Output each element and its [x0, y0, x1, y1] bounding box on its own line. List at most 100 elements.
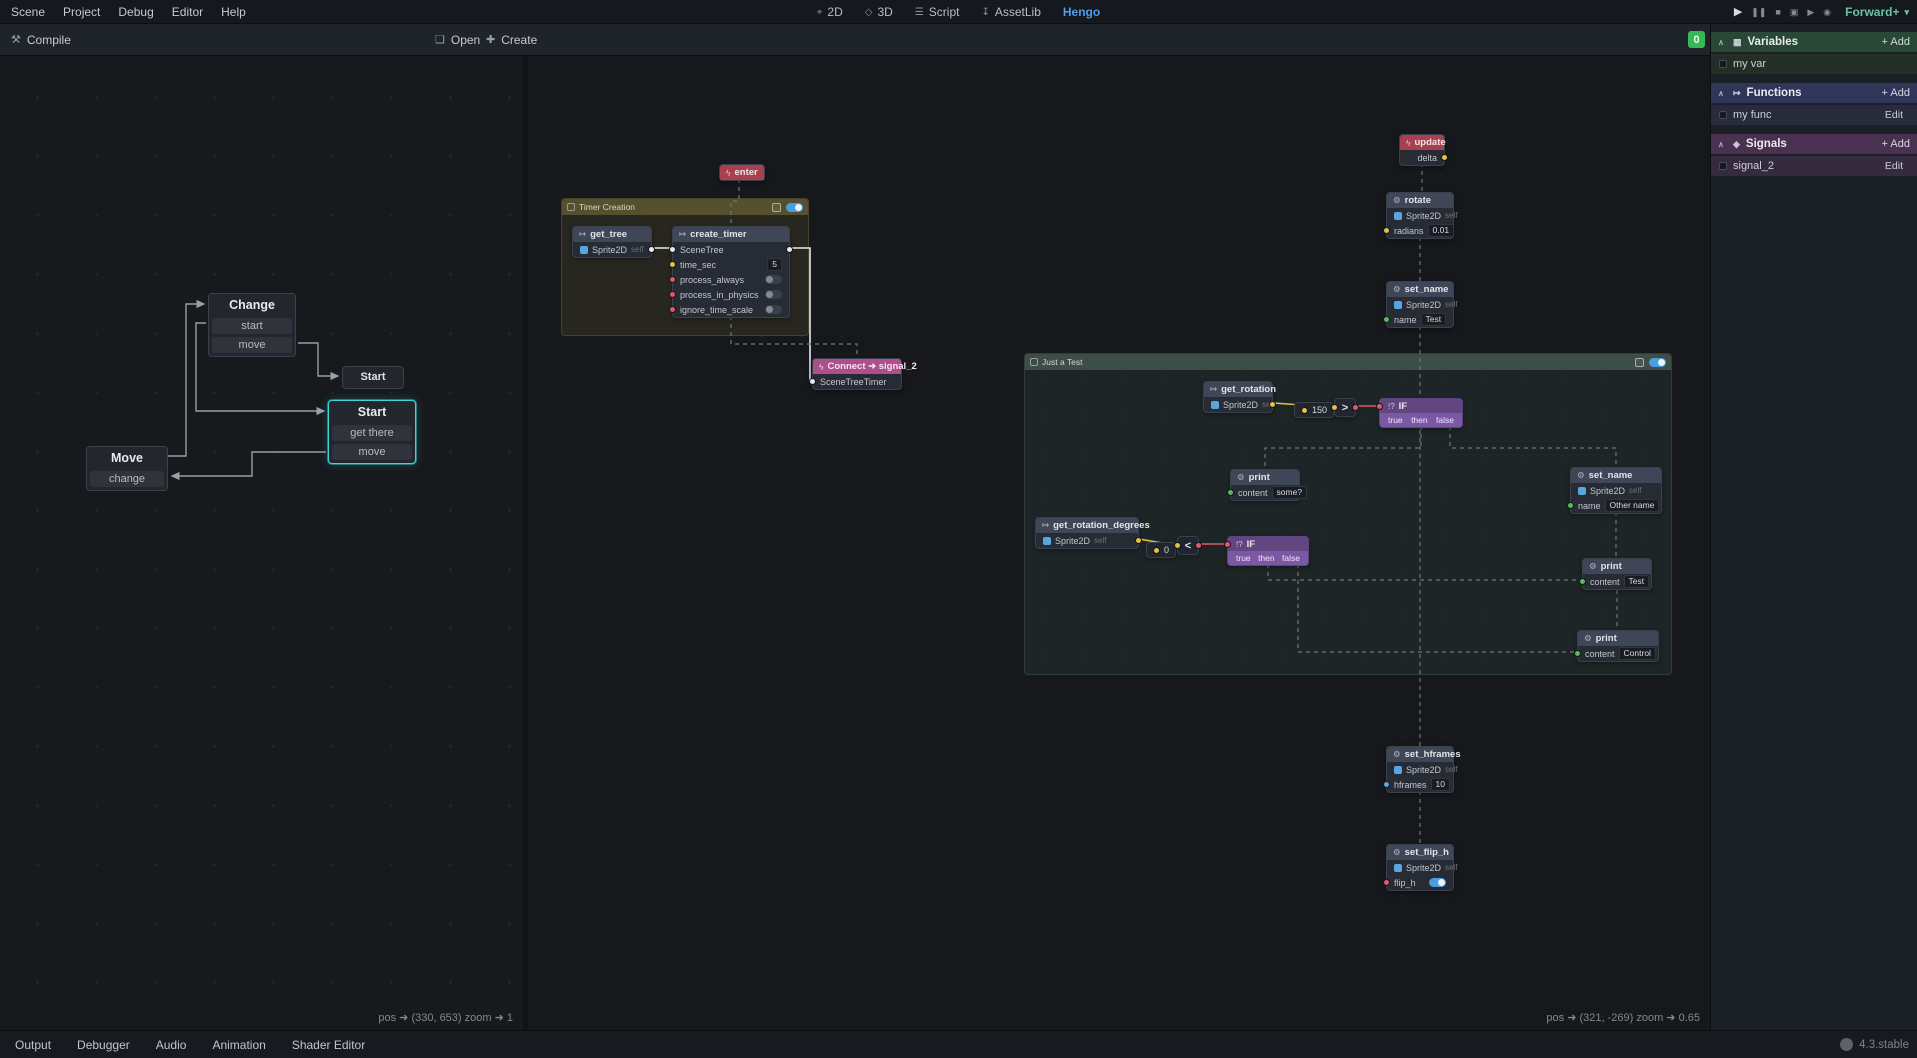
branch-then[interactable]: then [1258, 553, 1275, 563]
collapse-icon[interactable]: ∧ [1718, 38, 1727, 47]
tab-assetlib[interactable]: ↧AssetLib [972, 0, 1049, 24]
add-signal-button[interactable]: + Add [1882, 138, 1910, 150]
left-pin-yellow[interactable] [1331, 404, 1338, 411]
node-get_rotation_degrees[interactable]: ↦get_rotation_degreesSprite2Dself [1035, 517, 1139, 549]
branch-then[interactable]: then [1411, 415, 1428, 425]
state-machine-panel[interactable]: ChangestartmoveStartStartget theremoveMo… [0, 56, 523, 1030]
bottom-tab-debugger[interactable]: Debugger [64, 1031, 143, 1058]
variables-header[interactable]: ∧ ▦ Variables + Add [1711, 32, 1917, 52]
row-value[interactable]: some? [1272, 486, 1308, 499]
right-pin-white[interactable] [786, 246, 793, 253]
panel-divider[interactable] [523, 56, 528, 1030]
notification-badge[interactable]: 0 [1688, 31, 1705, 48]
right-pin-yellow[interactable] [1135, 537, 1142, 544]
left-pin-red[interactable] [1224, 541, 1231, 548]
branch-true[interactable]: true [1236, 553, 1251, 563]
play-scene-button[interactable]: ▣ [1790, 0, 1799, 24]
play-button[interactable]: ▶ [1734, 0, 1742, 24]
node-if-2[interactable]: !?IFtruethenfalse [1227, 536, 1309, 566]
left-pin-green[interactable] [1579, 578, 1586, 585]
left-pin-green[interactable] [1383, 316, 1390, 323]
row-value[interactable]: Control [1619, 647, 1656, 660]
add-variable-button[interactable]: + Add [1882, 36, 1910, 48]
value-pin-yellow[interactable] [1153, 547, 1160, 554]
node-rotate[interactable]: ⚙rotateSprite2Dselfradians0.01 [1386, 192, 1454, 239]
menu-editor[interactable]: Editor [163, 0, 212, 24]
tab-3d[interactable]: ◇3D [856, 0, 902, 24]
left-pin-yellow[interactable] [1174, 542, 1181, 549]
bottom-tab-animation[interactable]: Animation [199, 1031, 278, 1058]
edit-signal-button[interactable]: Edit [1879, 159, 1909, 173]
signal-item[interactable]: signal_2 Edit [1711, 156, 1917, 176]
row-value[interactable]: Test [1421, 313, 1447, 326]
state-row-move[interactable]: move [212, 337, 292, 353]
state-node-start[interactable]: Startget theremove [328, 400, 416, 464]
toggle[interactable] [765, 290, 782, 299]
node-update[interactable]: ϟupdatedelta [1399, 134, 1445, 166]
left-pin-red[interactable] [1383, 879, 1390, 886]
bottom-tab-shader-editor[interactable]: Shader Editor [279, 1031, 378, 1058]
menu-scene[interactable]: Scene [2, 0, 54, 24]
movie-mode-button[interactable]: ◉ [1823, 0, 1831, 24]
left-pin-green[interactable] [1567, 502, 1574, 509]
row-value[interactable]: 5 [767, 258, 782, 271]
state-node-move[interactable]: Movechange [86, 446, 168, 491]
node-print-3[interactable]: ⚙printcontentControl [1577, 630, 1659, 662]
right-pin-yellow[interactable] [1269, 401, 1276, 408]
row-value[interactable]: Other name [1605, 499, 1660, 512]
right-pin-red[interactable] [1195, 542, 1202, 549]
left-pin-red[interactable] [1376, 403, 1383, 410]
state-node-start-mini[interactable]: Start [342, 366, 404, 389]
add-function-button[interactable]: + Add [1882, 87, 1910, 99]
row-value[interactable]: Test [1624, 575, 1650, 588]
collapse-icon[interactable]: ∧ [1718, 89, 1727, 98]
renderer-select[interactable]: Forward+ ▾ [1845, 5, 1909, 19]
tab-2d[interactable]: ⌖2D [808, 0, 852, 24]
left-pin-yellow[interactable] [1383, 227, 1390, 234]
node-print-2[interactable]: ⚙printcontentTest [1582, 558, 1652, 590]
toggle[interactable] [765, 305, 782, 314]
node-get_tree[interactable]: ↦get_treeSprite2Dself [572, 226, 652, 258]
left-pin-blue[interactable] [1383, 781, 1390, 788]
create-button[interactable]: ✚ Create [479, 24, 544, 55]
node-set_name[interactable]: ⚙set_nameSprite2DselfnameTest [1386, 281, 1454, 328]
bottom-tab-output[interactable]: Output [2, 1031, 64, 1058]
menu-debug[interactable]: Debug [109, 0, 162, 24]
node-print-1[interactable]: ⚙printcontentsome? [1230, 469, 1300, 501]
toggle[interactable] [765, 275, 782, 284]
menu-project[interactable]: Project [54, 0, 109, 24]
menu-help[interactable]: Help [212, 0, 255, 24]
state-node-change[interactable]: Changestartmove [208, 293, 296, 357]
state-row-move[interactable]: move [332, 444, 412, 460]
tab-hengo[interactable]: Hengo [1054, 0, 1109, 24]
right-pin-red[interactable] [1352, 404, 1359, 411]
toggle[interactable] [1429, 878, 1446, 887]
play-custom-scene-button[interactable]: ▶ [1807, 0, 1814, 24]
right-pin-yellow[interactable] [1441, 154, 1448, 161]
left-pin-white[interactable] [669, 246, 676, 253]
bottom-tab-audio[interactable]: Audio [143, 1031, 200, 1058]
row-value[interactable]: 10 [1431, 778, 1450, 791]
node-set_name-2[interactable]: ⚙set_nameSprite2DselfnameOther name [1570, 467, 1662, 514]
variable-item[interactable]: my var [1711, 54, 1917, 74]
left-pin-white[interactable] [809, 378, 816, 385]
left-pin-yellow[interactable] [669, 261, 676, 268]
node-connect-signal-2[interactable]: ϟConnect ➜ signal_2SceneTreeTimer [812, 358, 902, 390]
state-row-start[interactable]: start [212, 318, 292, 334]
signals-header[interactable]: ∧ ◈ Signals + Add [1711, 134, 1917, 154]
left-pin-green[interactable] [1227, 489, 1234, 496]
node-value-150[interactable]: 150 [1294, 402, 1334, 418]
state-row-change[interactable]: change [90, 471, 164, 487]
node-value-0[interactable]: 0 [1146, 542, 1176, 558]
node-op-greater[interactable]: > [1334, 398, 1356, 417]
left-pin-red[interactable] [669, 291, 676, 298]
node-get_rotation[interactable]: ↦get_rotationSprite2Dself [1203, 381, 1273, 413]
branch-false[interactable]: false [1282, 553, 1300, 563]
left-pin-green[interactable] [1574, 650, 1581, 657]
branch-true[interactable]: true [1388, 415, 1403, 425]
script-graph-panel[interactable]: Timer CreationJust a Test ϟenter↦get_tre… [528, 56, 1710, 1030]
branch-false[interactable]: false [1436, 415, 1454, 425]
pause-button[interactable]: ❚❚ [1751, 0, 1766, 24]
node-if-1[interactable]: !?IFtruethenfalse [1379, 398, 1463, 428]
node-set_flip_h[interactable]: ⚙set_flip_hSprite2Dselfflip_h [1386, 844, 1454, 891]
